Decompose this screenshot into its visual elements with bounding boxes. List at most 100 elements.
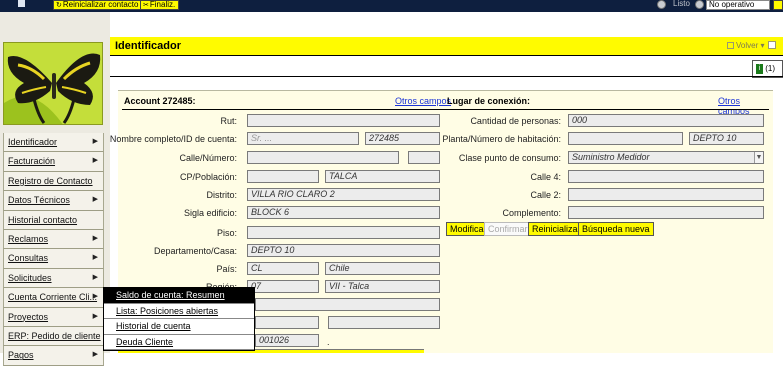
menu-item-deuda-cliente[interactable]: Deuda Cliente	[104, 335, 254, 350]
window-icon	[18, 0, 25, 7]
region-name-field[interactable]: VII - Talca	[325, 280, 440, 293]
sidebar-item-solicitudes[interactable]: Solicitudes ▶	[3, 268, 104, 289]
sidebar-item-pagos[interactable]: Pagos ▶	[3, 346, 104, 366]
menu-item-label: Deuda Cliente	[116, 336, 174, 347]
cantidad-label: Cantidad de personas:	[470, 116, 561, 126]
sidebar-item-reclamos[interactable]: Reclamos ▶	[3, 229, 104, 250]
account-id-field[interactable]: 272485	[365, 132, 440, 145]
pais-code-field[interactable]: CL	[247, 262, 319, 275]
numero-field[interactable]	[408, 151, 440, 164]
depto-field[interactable]: DEPTO 10	[247, 244, 440, 257]
menu-item-posiciones-abiertas[interactable]: Lista: Posiciones abiertas	[104, 304, 254, 319]
connection-otros-campos-link[interactable]: Otros campos	[718, 96, 773, 116]
extra-field-3[interactable]	[328, 316, 440, 329]
calle-label: Calle/Número:	[179, 153, 237, 163]
reinicializar-button[interactable]: Reinicializar	[528, 222, 585, 236]
clase-select[interactable]: Suministro Medidor ▼	[568, 151, 764, 164]
butterfly-logo	[3, 42, 103, 125]
refresh-icon: ↻	[56, 2, 62, 9]
sidebar-item-label: Facturación	[8, 156, 56, 167]
pais-name-field[interactable]: Chile	[325, 262, 440, 275]
sidebar-item-label: Pagos	[8, 350, 34, 361]
sidebar-item-label: ERP: Pedido de cliente	[8, 330, 101, 341]
chevron-right-icon: ▶	[92, 293, 98, 301]
status-no-operativo-radio[interactable]	[695, 0, 704, 9]
rut-label: Rut:	[220, 116, 237, 126]
sidebar-item-identificador[interactable]: Identificador ▶	[3, 133, 104, 153]
sidebar-item-label: Registro de Contacto	[8, 175, 93, 186]
sidebar-item-consultas[interactable]: Consultas ▶	[3, 249, 104, 269]
partial-number-field[interactable]: 001026	[255, 334, 319, 347]
top-yellow-button[interactable]	[773, 0, 783, 10]
sidebar-item-label: Proyectos	[8, 311, 49, 322]
pais-label: País:	[216, 264, 237, 274]
chevron-down-icon: ▼	[754, 152, 763, 163]
badge-count: (1)	[765, 64, 776, 73]
calle4-field[interactable]	[568, 170, 764, 183]
sidebar-item-facturacion[interactable]: Facturación ▶	[3, 152, 104, 172]
calle2-field[interactable]	[568, 188, 764, 201]
habitacion-field[interactable]: DEPTO 10	[689, 132, 764, 145]
clase-select-value: Suministro Medidor	[572, 152, 650, 162]
sidebar-nav: Identificador ▶ Facturación ▶ Registro de …	[3, 133, 104, 366]
header-divider	[110, 76, 783, 77]
sigla-label: Sigla edificio:	[183, 208, 237, 218]
piso-label: Piso:	[216, 228, 237, 238]
planta-label: Planta/Número de habitación:	[442, 134, 561, 144]
sidebar-item-label: Reclamos	[8, 233, 49, 244]
sidebar-item-registro-contacto[interactable]: Registro de Contacto	[3, 171, 104, 192]
status-select[interactable]: No operativo	[706, 0, 770, 10]
back-button[interactable]: Volver ▾	[727, 41, 764, 50]
maximize-button[interactable]	[768, 41, 776, 49]
sidebar-item-label: Solicitudes	[8, 272, 52, 283]
sidebar-item-label: Cuenta Corriente Cli...	[8, 292, 98, 303]
sidebar-item-datos-tecnicos[interactable]: Datos Técnicos ▶	[3, 191, 104, 211]
menu-item-label: Saldo de cuenta: Resumen	[116, 290, 225, 300]
poblacion-field[interactable]: TALCA	[325, 170, 440, 183]
busqueda-nueva-button[interactable]: Búsqueda nueva	[578, 222, 654, 236]
status-listo-label: Listo	[673, 0, 690, 8]
menu-item-saldo-cuenta[interactable]: Saldo de cuenta: Resumen	[104, 288, 254, 304]
sidebar-item-historial-contacto[interactable]: Historial contacto	[3, 210, 104, 230]
extra-field-2[interactable]	[255, 316, 319, 329]
distrito-field[interactable]: VILLA RIO CLARO 2	[247, 188, 440, 201]
sidebar-item-proyectos[interactable]: Proyectos ▶	[3, 307, 104, 327]
piso-field[interactable]	[247, 226, 440, 239]
planta-field[interactable]	[568, 132, 683, 145]
sidebar-item-label: Historial contacto	[8, 214, 78, 225]
cantidad-field[interactable]: 000	[568, 114, 764, 127]
extra-field-1[interactable]	[255, 298, 440, 311]
menu-item-label: Historial de cuenta	[116, 321, 191, 331]
reset-contact-button[interactable]: ↻Reinicializar contacto	[53, 0, 143, 10]
chevron-right-icon: ▶	[92, 157, 98, 165]
confirmar-button[interactable]: Confirmar	[484, 222, 532, 236]
calle2-label: Calle 2:	[530, 190, 561, 200]
cp-field[interactable]	[247, 170, 319, 183]
complemento-field[interactable]	[568, 206, 764, 219]
sidebar-item-cuenta-corriente[interactable]: Cuenta Corriente Cli... ▶	[3, 288, 104, 308]
region-code-field[interactable]: 07	[247, 280, 319, 293]
account-otros-campos-link[interactable]: Otros campos	[395, 96, 451, 106]
dot-text: .	[327, 337, 330, 347]
distrito-label: Distrito:	[206, 190, 237, 200]
finish-label: Finaliz.	[149, 0, 176, 9]
calle4-label: Calle 4:	[530, 172, 561, 182]
sidebar-item-label: Identificador	[8, 137, 58, 147]
context-menu: Saldo de cuenta: Resumen Lista: Posicion…	[103, 287, 255, 351]
sigla-field[interactable]: BLOCK 6	[247, 206, 440, 219]
reset-contact-label: Reinicializar contacto	[62, 0, 139, 9]
rut-field[interactable]	[247, 114, 440, 127]
chevron-right-icon: ▶	[92, 254, 98, 262]
finish-button[interactable]: ✂Finaliz.	[140, 0, 180, 10]
finish-icon: ✂	[143, 2, 149, 9]
nombre-label: Nombre completo/ID de cuenta:	[109, 134, 237, 144]
calle-field[interactable]	[247, 151, 399, 164]
menu-item-historial-cuenta[interactable]: Historial de cuenta	[104, 319, 254, 335]
chevron-right-icon: ▶	[92, 351, 98, 359]
info-icon: i	[756, 63, 763, 74]
page-title: Identificador	[115, 40, 182, 52]
nombre-prefix-field[interactable]: Sr. ...	[247, 132, 359, 145]
top-toolbar: ↻Reinicializar contacto ✂Finaliz. Listo …	[0, 0, 783, 12]
sidebar-item-erp-pedido[interactable]: ERP: Pedido de cliente	[3, 326, 104, 347]
status-listo-radio[interactable]	[657, 0, 666, 9]
